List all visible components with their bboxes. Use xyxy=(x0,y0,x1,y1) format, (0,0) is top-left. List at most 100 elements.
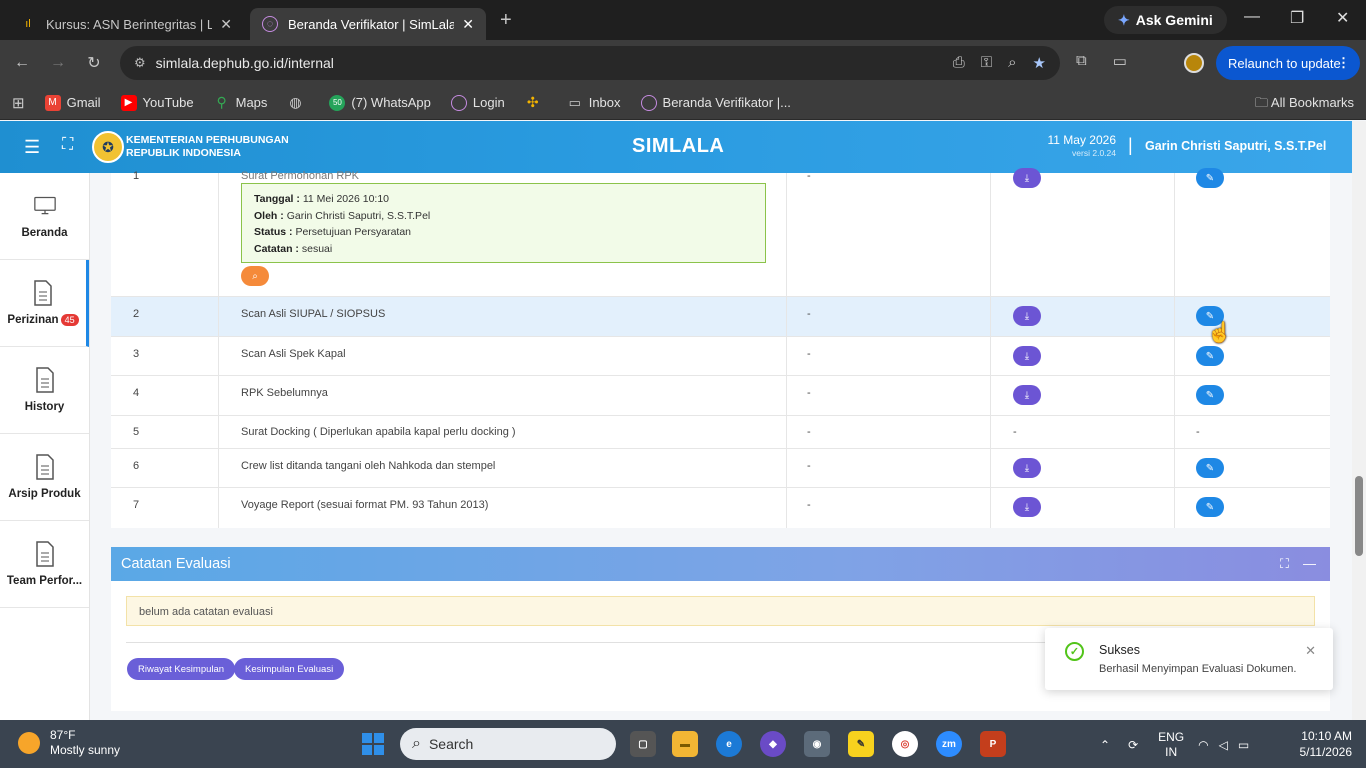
bookmark-whatsapp[interactable]: 50 (7) WhatsApp xyxy=(329,94,431,111)
minimize-icon[interactable]: — xyxy=(1244,8,1260,26)
menu-dots-icon[interactable]: ⋮ xyxy=(1337,55,1350,71)
fullscreen-icon[interactable]: ⛶ xyxy=(62,136,73,154)
sidebar-item-history[interactable]: History xyxy=(0,347,89,434)
wifi-icon[interactable]: ◠ xyxy=(1198,738,1208,752)
weather-widget[interactable]: 87°F Mostly sunny xyxy=(18,728,120,758)
sun-icon xyxy=(18,732,40,754)
hamburger-menu-icon[interactable]: ☰ xyxy=(24,137,40,158)
clock-time: 10:10 AM xyxy=(1301,729,1352,743)
bookmark-inbox[interactable]: ▭ Inbox xyxy=(567,95,621,111)
sticky-notes-icon[interactable]: ✎ xyxy=(848,731,874,757)
download-button[interactable]: ⤓ xyxy=(1013,346,1041,366)
row-number-text: 7 xyxy=(133,499,140,511)
reload-icon[interactable]: ↻ xyxy=(76,53,112,73)
address-bar[interactable]: ⚙ simlala.dephub.go.id/internal ⎙ ⚿ ⌕ ★ xyxy=(120,46,1060,80)
row-number: 7 xyxy=(111,488,219,528)
view-note-button[interactable]: ⌕ xyxy=(241,266,269,286)
powerpoint-icon[interactable]: P xyxy=(980,731,1006,757)
sidebar-item-perizinan[interactable]: Perizinan 45 xyxy=(0,260,89,347)
close-window-icon[interactable]: ✕ xyxy=(1336,8,1349,28)
copilot-icon[interactable]: ◆ xyxy=(760,731,786,757)
edit-button[interactable]: ✎ xyxy=(1196,385,1224,405)
camera-icon[interactable]: ◉ xyxy=(804,731,830,757)
new-tab-icon[interactable]: + xyxy=(500,9,512,32)
sidebar-item-beranda[interactable]: Beranda xyxy=(0,173,89,260)
lms-favicon-icon: ıl xyxy=(25,18,31,30)
close-tab-icon[interactable]: ✕ xyxy=(462,16,474,33)
edit-button[interactable]: ✎ xyxy=(1196,497,1224,517)
taskbar-search[interactable]: ⌕ Search xyxy=(400,728,616,760)
battery-icon[interactable]: ▭ xyxy=(1238,738,1249,752)
start-button[interactable] xyxy=(362,733,384,755)
profile-avatar[interactable] xyxy=(1184,53,1204,73)
note-catatan: sesuai xyxy=(301,242,333,255)
kesimpulan-evaluasi-button[interactable]: Kesimpulan Evaluasi xyxy=(234,658,345,680)
bookmark-globe[interactable]: ◍ xyxy=(287,94,309,111)
download-button[interactable]: ⤓ xyxy=(1013,497,1041,517)
extensions-icon[interactable]: ⧉ xyxy=(1076,52,1087,70)
edit-cell: ✎ xyxy=(1175,297,1330,336)
bookmark-maps[interactable]: ⚲ Maps xyxy=(214,94,267,111)
clock[interactable]: 10:10 AM 5/11/2026 xyxy=(1300,728,1353,760)
header-date: 11 May 2026 versi 2.0.24 xyxy=(1040,134,1117,160)
edit-button[interactable]: ✎ xyxy=(1196,168,1224,188)
chevron-up-icon[interactable]: ⌃ xyxy=(1100,738,1110,752)
download-cell: ⤓ xyxy=(991,449,1175,487)
back-icon[interactable]: ← xyxy=(4,54,40,72)
bookmark-pinwheel[interactable]: ✣ xyxy=(525,94,547,111)
row-number: 4 xyxy=(111,376,219,415)
edit-icon: ✎ xyxy=(1205,350,1215,362)
note-date: 11 Mei 2026 10:10 xyxy=(302,193,390,205)
close-toast-icon[interactable]: ✕ xyxy=(1305,643,1316,659)
relaunch-button[interactable]: Relaunch to update ⋮ xyxy=(1216,46,1360,80)
row-number-text: 3 xyxy=(133,348,140,360)
search-placeholder: Search xyxy=(428,736,474,752)
download-button[interactable]: ⤓ xyxy=(1013,458,1041,478)
apps-grid-icon[interactable]: ⊞ xyxy=(12,94,25,112)
edge-icon[interactable]: e xyxy=(716,731,742,757)
task-view-icon[interactable]: ▢ xyxy=(630,731,656,757)
edit-button[interactable]: ✎ xyxy=(1196,458,1224,478)
sidebar-item-arsip-produk[interactable]: Arsip Produk xyxy=(0,434,89,521)
expand-icon[interactable]: ⛶ xyxy=(1280,556,1289,572)
tab-lms[interactable]: ıl Kursus: ASN Berintegritas | LMS ✕ xyxy=(8,8,244,40)
scrollbar-thumb[interactable] xyxy=(1355,476,1363,556)
file-explorer-icon[interactable]: ▬ xyxy=(672,731,698,757)
password-key-icon[interactable]: ⚿ xyxy=(981,54,992,72)
volume-icon[interactable]: ◁ xyxy=(1219,738,1228,752)
download-cell: ⤓ xyxy=(991,297,1175,336)
bookmark-simlala[interactable]: Beranda Verifikator |... xyxy=(640,94,791,111)
download-button[interactable]: ⤓ xyxy=(1013,168,1041,188)
bookmark-gmail[interactable]: M Gmail xyxy=(44,94,101,111)
download-button[interactable]: ⤓ xyxy=(1013,306,1041,326)
page-scrollbar[interactable] xyxy=(1352,121,1366,720)
edit-icon: ✎ xyxy=(1205,462,1215,474)
site-info-icon[interactable]: ⚙ xyxy=(134,55,146,71)
restore-icon[interactable]: ❐ xyxy=(1290,8,1304,28)
language-indicator[interactable]: ENG IN xyxy=(1158,730,1184,760)
download-icon: ⤓ xyxy=(1024,172,1030,184)
chrome-icon[interactable]: ◎ xyxy=(892,731,918,757)
bookmark-login[interactable]: Login xyxy=(450,94,505,111)
zoom-icon[interactable]: ⌕ xyxy=(1008,54,1016,72)
collapse-icon[interactable]: — xyxy=(1303,556,1316,572)
folder-icon: 🗀 xyxy=(1255,95,1269,110)
all-bookmarks-button[interactable]: 🗀 All Bookmarks xyxy=(1255,94,1354,116)
bookmark-star-icon[interactable]: ★ xyxy=(1033,54,1046,72)
tab-simlala[interactable]: ◌ Beranda Verifikator | SimLala ✕ xyxy=(250,8,486,40)
cast-icon[interactable]: ▭ xyxy=(1113,52,1127,70)
sync-icon[interactable]: ⟳ xyxy=(1128,738,1138,752)
sidebar-item-team-performance[interactable]: Team Perfor... xyxy=(0,521,89,608)
edit-button[interactable]: ✎ xyxy=(1196,346,1224,366)
ask-gemini-button[interactable]: ✦ Ask Gemini xyxy=(1104,6,1227,34)
install-app-icon[interactable]: ⎙ xyxy=(953,54,965,72)
user-name[interactable]: Garin Christi Saputri, S.S.T.Pel xyxy=(1145,139,1326,153)
forward-icon[interactable]: → xyxy=(40,54,76,72)
close-tab-icon[interactable]: ✕ xyxy=(220,16,232,33)
zoom-app-icon[interactable]: zm xyxy=(936,731,962,757)
riwayat-kesimpulan-button[interactable]: Riwayat Kesimpulan xyxy=(127,658,236,680)
download-button[interactable]: ⤓ xyxy=(1013,385,1041,405)
bookmark-youtube[interactable]: ▶ YouTube xyxy=(120,94,194,111)
download-icon: ⤓ xyxy=(1024,350,1030,362)
document-name: Surat Docking ( Diperlukan apabila kapal… xyxy=(241,426,516,438)
